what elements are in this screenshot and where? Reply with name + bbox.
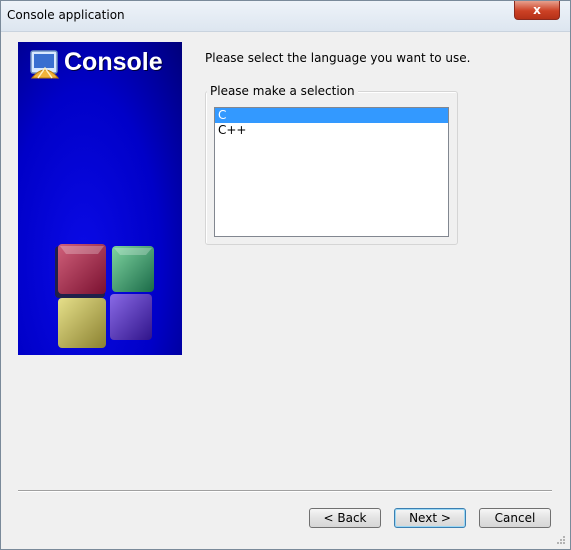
window-title: Console application — [7, 8, 125, 22]
close-button[interactable]: x — [514, 1, 560, 20]
list-item-c[interactable]: C — [215, 108, 448, 123]
resize-grip-icon[interactable] — [556, 535, 566, 545]
footer-separator — [18, 490, 552, 492]
back-button[interactable]: < Back — [309, 508, 381, 528]
title-bar[interactable]: Console application x — [1, 1, 570, 32]
groupbox-label: Please make a selection — [207, 84, 358, 98]
language-prompt: Please select the language you want to u… — [205, 51, 471, 65]
console-app-icon — [30, 50, 60, 79]
wizard-window: Console application x Console Please sel… — [0, 0, 571, 550]
language-listbox[interactable]: C C++ — [214, 107, 449, 237]
next-button[interactable]: Next > — [394, 508, 466, 528]
list-item-cpp[interactable]: C++ — [215, 123, 448, 138]
banner-title: Console — [64, 48, 163, 76]
cancel-button[interactable]: Cancel — [479, 508, 551, 528]
wizard-banner: Console — [18, 42, 182, 355]
close-icon: x — [533, 3, 541, 17]
cubes-logo-icon — [55, 244, 154, 348]
